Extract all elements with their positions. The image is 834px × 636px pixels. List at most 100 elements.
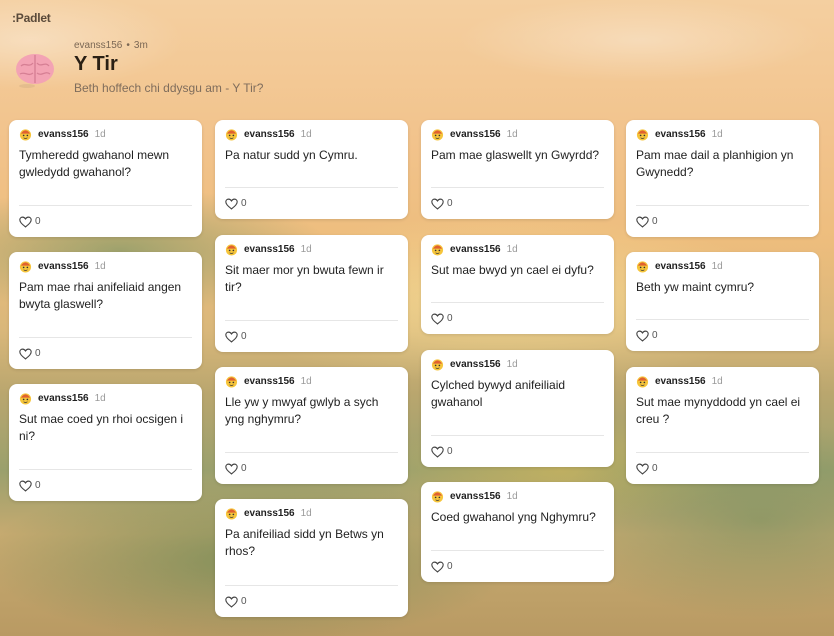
post-author[interactable]: evanss156	[450, 491, 501, 502]
heart-icon[interactable]	[19, 348, 32, 360]
post-footer: 0	[636, 319, 809, 351]
post-footer: 0	[431, 302, 604, 334]
header-author[interactable]: evanss156	[74, 40, 122, 51]
post-author[interactable]: evanss156	[38, 129, 89, 140]
like-count: 0	[241, 198, 247, 209]
post-time: 1d	[506, 358, 518, 370]
post-time: 1d	[94, 260, 106, 272]
post-card[interactable]: evanss156 1d Tymheredd gwahanol mewn gwled…	[9, 120, 202, 237]
post-author[interactable]: evanss156	[655, 261, 706, 272]
post-card[interactable]: evanss156 1d Cylched bywyd anifeiliaid gwa…	[421, 350, 614, 467]
post-text: Cylched bywyd anifeiliaid gwahanol	[431, 378, 566, 409]
like-count: 0	[35, 480, 41, 491]
post-header: evanss156 1d	[431, 241, 518, 257]
post-footer: 0	[431, 550, 604, 582]
heart-icon[interactable]	[431, 313, 444, 325]
post-card[interactable]: evanss156 1d Coed gwahanol yng Nghymru? 0	[421, 482, 614, 582]
post-footer: 0	[225, 320, 398, 352]
page-title[interactable]: Y Tir	[74, 53, 118, 76]
avatar-emoji-icon	[636, 375, 649, 388]
post-text: Coed gwahanol yng Nghymru?	[431, 510, 596, 524]
post-footer: 0	[19, 337, 192, 369]
post-author[interactable]: evanss156	[244, 508, 295, 519]
like-count: 0	[447, 561, 453, 572]
heart-icon[interactable]	[19, 480, 32, 492]
avatar-emoji-icon	[431, 243, 444, 256]
post-card[interactable]: evanss156 1d Pam mae rhai anifeliaid angen…	[9, 252, 202, 369]
avatar-emoji-icon	[225, 375, 238, 388]
avatar-emoji-icon	[636, 260, 649, 273]
like-count: 0	[652, 330, 658, 341]
post-author[interactable]: evanss156	[655, 376, 706, 387]
post-card[interactable]: evanss156 1d Pam mae dail a planhigion yn …	[626, 120, 819, 237]
post-card[interactable]: evanss156 1d Sut mae coed yn rhoi ocsigen …	[9, 384, 202, 501]
post-card[interactable]: evanss156 1d Sut mae mynyddodd yn cael ei …	[626, 367, 819, 484]
post-text: Tymheredd gwahanol mewn gwledydd gwahano…	[19, 148, 170, 179]
heart-icon[interactable]	[431, 198, 444, 210]
post-author[interactable]: evanss156	[450, 359, 501, 370]
post-text: Pa anifeiliad sidd yn Betws yn rhos?	[225, 527, 384, 558]
post-author[interactable]: evanss156	[38, 261, 89, 272]
brain-icon	[16, 54, 54, 88]
heart-icon[interactable]	[636, 463, 649, 475]
post-header: evanss156 1d	[431, 126, 518, 142]
like-count: 0	[447, 446, 453, 457]
like-count: 0	[241, 463, 247, 474]
avatar-emoji-icon	[19, 260, 32, 273]
post-text: Sut mae coed yn rhoi ocsigen i ni?	[19, 412, 184, 443]
post-card[interactable]: evanss156 1d Beth yw maint cymru? 0	[626, 252, 819, 351]
post-footer: 0	[225, 452, 398, 484]
post-card[interactable]: evanss156 1d Lle yw y mwyaf gwlyb a sych y…	[215, 367, 408, 484]
heart-icon[interactable]	[431, 446, 444, 458]
post-header: evanss156 1d	[19, 126, 106, 142]
padlet-logo[interactable]: :Padlet	[12, 11, 51, 25]
post-author[interactable]: evanss156	[655, 129, 706, 140]
heart-icon[interactable]	[225, 331, 238, 343]
post-author[interactable]: evanss156	[450, 244, 501, 255]
like-count: 0	[652, 216, 658, 227]
heart-icon[interactable]	[636, 330, 649, 342]
post-author[interactable]: evanss156	[450, 129, 501, 140]
page-subtitle[interactable]: Beth hoffech chi ddysgu am - Y Tir?	[74, 81, 263, 95]
avatar-emoji-icon	[19, 128, 32, 141]
avatar-emoji-icon	[225, 507, 238, 520]
post-time: 1d	[711, 128, 723, 140]
heart-icon[interactable]	[225, 198, 238, 210]
post-card[interactable]: evanss156 1d Pa natur sudd yn Cymru. 0	[215, 120, 408, 219]
post-header: evanss156 1d	[19, 390, 106, 406]
post-author[interactable]: evanss156	[244, 244, 295, 255]
post-card[interactable]: evanss156 1d Sit maer mor yn bwuta fewn ir…	[215, 235, 408, 352]
heart-icon[interactable]	[225, 596, 238, 608]
heart-icon[interactable]	[225, 463, 238, 475]
post-footer: 0	[19, 205, 192, 237]
post-text: Sut mae bwyd yn cael ei dyfu?	[431, 263, 594, 277]
meta-separator-icon: •	[126, 40, 130, 51]
post-time: 1d	[506, 128, 518, 140]
like-count: 0	[652, 463, 658, 474]
avatar-emoji-icon	[225, 243, 238, 256]
post-header: evanss156 1d	[431, 488, 518, 504]
heart-icon[interactable]	[19, 216, 32, 228]
post-author[interactable]: evanss156	[244, 376, 295, 387]
post-time: 1d	[94, 392, 106, 404]
heart-icon[interactable]	[431, 561, 444, 573]
post-author[interactable]: evanss156	[244, 129, 295, 140]
post-card[interactable]: evanss156 1d Pam mae glaswellt yn Gwyrdd? 0	[421, 120, 614, 219]
header-meta: evanss156 • 3m	[74, 40, 148, 51]
post-text: Sut mae mynyddodd yn cael ei creu ?	[636, 395, 801, 426]
post-header: evanss156 1d	[225, 126, 312, 142]
post-header: evanss156 1d	[636, 373, 723, 389]
post-card[interactable]: evanss156 1d Pa anifeiliad sidd yn Betws y…	[215, 499, 408, 617]
like-count: 0	[447, 198, 453, 209]
avatar-emoji-icon	[431, 490, 444, 503]
post-time: 1d	[711, 260, 723, 272]
like-count: 0	[35, 348, 41, 359]
post-text: Beth yw maint cymru?	[636, 280, 755, 294]
heart-icon[interactable]	[636, 216, 649, 228]
post-author[interactable]: evanss156	[38, 393, 89, 404]
post-card[interactable]: evanss156 1d Sut mae bwyd yn cael ei dyfu?…	[421, 235, 614, 334]
like-count: 0	[241, 596, 247, 607]
post-footer: 0	[636, 452, 809, 484]
post-footer: 0	[225, 187, 398, 219]
header-age: 3m	[133, 40, 148, 51]
